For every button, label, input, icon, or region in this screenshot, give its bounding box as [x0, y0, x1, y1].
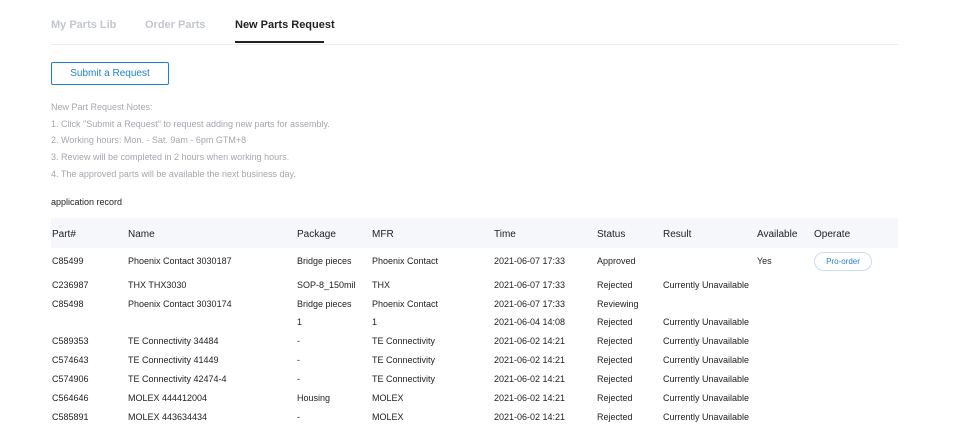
cell-time: 2021-06-02 14:21	[494, 393, 566, 403]
cell-mfr: Phoenix Contact	[372, 256, 439, 266]
cell-time: 2021-06-02 14:21	[494, 412, 566, 422]
cell-name: Phoenix Contact 3030174	[128, 299, 232, 309]
tab-my-parts-lib[interactable]: My Parts Lib	[51, 19, 116, 31]
table-row: C585891 MOLEX 443634434 - MOLEX 2021-06-02 1…	[51, 408, 898, 427]
column-header-mfr: MFR	[372, 229, 394, 240]
column-header-operate: Operate	[814, 229, 851, 240]
table-row: C85498 Phoenix Contact 3030174 Bridge piec…	[51, 295, 898, 314]
cell-time: 2021-06-02 14:21	[494, 355, 566, 365]
table-row: C574643 TE Connectivity 41449 - TE Connecti…	[51, 351, 898, 370]
cell-mfr: TE Connectivity	[372, 374, 436, 384]
request-notes: New Part Request Notes: 1. Click "Submit…	[51, 99, 330, 183]
cell-mfr: MOLEX	[372, 412, 404, 422]
cell-mfr: THX	[372, 280, 390, 290]
cell-name: Phoenix Contact 3030187	[128, 256, 232, 266]
cell-result: Currently Unavailable	[663, 393, 750, 403]
cell-status: Rejected	[597, 280, 633, 290]
tab-bar: My Parts Lib Order Parts New Parts Reque…	[51, 0, 898, 45]
cell-status: Rejected	[597, 355, 633, 365]
cell-status: Approved	[597, 256, 636, 266]
cell-package: -	[297, 374, 300, 384]
cell-mfr: TE Connectivity	[372, 355, 436, 365]
cell-name: TE Connectivity 41449	[128, 355, 219, 365]
cell-status: Rejected	[597, 412, 633, 422]
cell-package: SOP-8_150mil	[297, 280, 356, 290]
cell-result: Currently Unavailable	[663, 355, 750, 365]
column-header-status: Status	[597, 229, 626, 240]
cell-time: 2021-06-07 17:33	[494, 256, 566, 266]
cell-status: Rejected	[597, 317, 633, 327]
table-row: C574906 TE Connectivity 42474-4 - TE Connec…	[51, 370, 898, 389]
cell-result: Currently Unavailable	[663, 317, 750, 327]
table-row: C236987 THX THX3030 SOP-8_150mil THX 2021-06…	[51, 276, 898, 295]
cell-name: MOLEX 444412004	[128, 393, 208, 403]
note-item: 3. Review will be completed in 2 hours w…	[51, 152, 290, 163]
cell-part: C574906	[52, 374, 89, 384]
cell-mfr: TE Connectivity	[372, 336, 436, 346]
column-header-part: Part#	[52, 229, 76, 240]
cell-time: 2021-06-07 17:33	[494, 299, 566, 309]
active-tab-indicator	[235, 41, 324, 43]
column-header-time: Time	[494, 229, 516, 240]
cell-time: 2021-06-02 14:21	[494, 336, 566, 346]
table-header: Part# Name Package MFR Time Status Resul…	[51, 218, 898, 248]
cell-package: 1	[297, 317, 303, 327]
cell-time: 2021-06-04 14:08	[494, 317, 566, 327]
cell-result: Currently Unavailable	[663, 280, 750, 290]
tab-order-parts[interactable]: Order Parts	[145, 19, 206, 31]
submit-request-button[interactable]: Submit a Request	[51, 62, 169, 85]
column-header-package: Package	[297, 229, 336, 240]
notes-heading: New Part Request Notes:	[51, 102, 153, 112]
cell-part: C564646	[52, 393, 89, 403]
table-row: C85499 Phoenix Contact 3030187 Bridge piec…	[51, 252, 898, 271]
note-item: 1. Click "Submit a Request" to request a…	[51, 118, 330, 129]
cell-mfr: MOLEX	[372, 393, 404, 403]
cell-name: TE Connectivity 34484	[128, 336, 219, 346]
cell-part: C585891	[52, 412, 89, 422]
cell-name: MOLEX 443634434	[128, 412, 208, 422]
pro-order-button[interactable]: Pro-order	[814, 252, 872, 271]
note-item: 4. The approved parts will be available …	[51, 168, 296, 179]
cell-package: -	[297, 412, 300, 422]
cell-result: Currently Unavailable	[663, 374, 750, 384]
table-row: C589353 TE Connectivity 34484 - TE Connecti…	[51, 332, 898, 351]
cell-status: Reviewing	[597, 299, 639, 309]
cell-part: C589353	[52, 336, 89, 346]
column-header-name: Name	[128, 229, 155, 240]
cell-available: Yes	[757, 256, 772, 266]
column-header-result: Result	[663, 229, 692, 240]
cell-status: Rejected	[597, 374, 633, 384]
cell-name: TE Connectivity 42474-4	[128, 374, 227, 384]
cell-package: Housing	[297, 393, 331, 403]
cell-time: 2021-06-07 17:33	[494, 280, 566, 290]
cell-package: -	[297, 336, 300, 346]
cell-part: C85499	[52, 256, 84, 266]
cell-result: Currently Unavailable	[663, 336, 750, 346]
cell-package: Bridge pieces	[297, 299, 352, 309]
cell-part: C574643	[52, 355, 89, 365]
cell-mfr: 1	[372, 317, 378, 327]
cell-part: C85498	[52, 299, 84, 309]
table-row: 1 1 2021-06-04 14:08 Rejected Currently Unav…	[51, 313, 898, 332]
tab-new-parts-request[interactable]: New Parts Request	[235, 19, 335, 31]
cell-name: THX THX3030	[128, 280, 187, 290]
cell-package: Bridge pieces	[297, 256, 352, 266]
cell-part: C236987	[52, 280, 89, 290]
cell-result: Currently Unavailable	[663, 412, 750, 422]
note-item: 2. Working hours: Mon. - Sat. 9am - 6pm …	[51, 135, 247, 146]
application-record-title: application record	[51, 197, 123, 207]
cell-status: Rejected	[597, 393, 633, 403]
column-header-available: Available	[757, 229, 798, 240]
cell-mfr: Phoenix Contact	[372, 299, 439, 309]
cell-package: -	[297, 355, 300, 365]
table-row: C564646 MOLEX 444412004 Housing MOLEX 2021-0…	[51, 389, 898, 408]
cell-time: 2021-06-02 14:21	[494, 374, 566, 384]
cell-status: Rejected	[597, 336, 633, 346]
